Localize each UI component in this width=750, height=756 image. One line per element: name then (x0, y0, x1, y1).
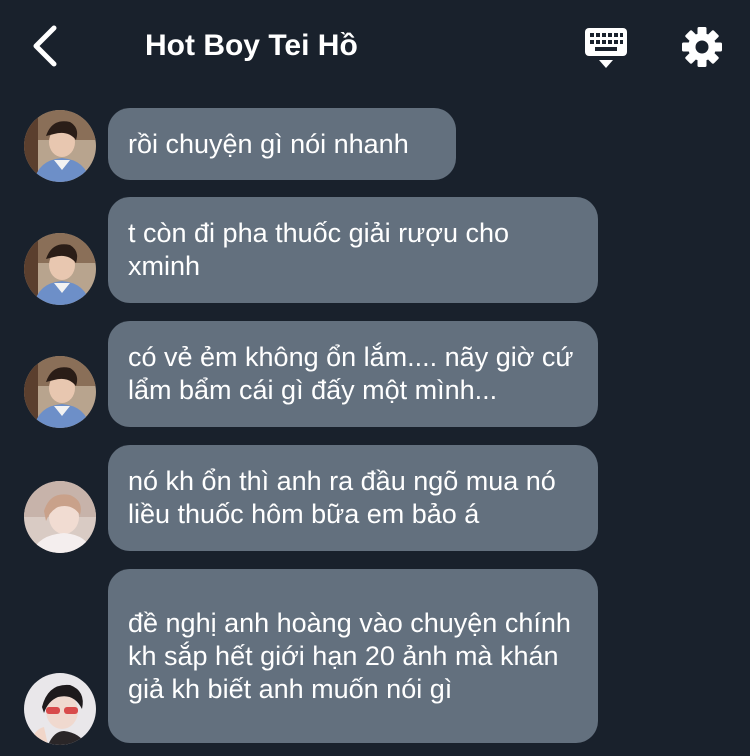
avatar-photo (24, 356, 96, 428)
avatar[interactable] (24, 356, 96, 428)
chat-screen: Hot Boy Tei Hồ rồi chuyện gì nói nhanh t… (0, 0, 750, 756)
message-bubble: nó kh ổn thì anh ra đầu ngõ mua nó liều … (108, 445, 598, 551)
message-bubble: t còn đi pha thuốc giải rượu cho xminh (108, 197, 598, 303)
gear-icon (682, 27, 722, 67)
avatar-photo (24, 233, 96, 305)
settings-button[interactable] (680, 25, 724, 69)
message-bubble: rồi chuyện gì nói nhanh (108, 108, 456, 180)
keyboard-button[interactable] (584, 26, 628, 70)
avatar-photo (24, 673, 96, 745)
message-text: rồi chuyện gì nói nhanh (128, 128, 409, 159)
message-text: có vẻ ẻm không ổn lắm.... nãy giờ cứ lẩm… (128, 342, 574, 405)
avatar[interactable] (24, 110, 96, 182)
avatar-photo (24, 110, 96, 182)
avatar-photo (24, 481, 96, 553)
keyboard-icon (585, 28, 627, 68)
message-text: t còn đi pha thuốc giải rượu cho xminh (128, 218, 510, 281)
chevron-left-icon (33, 25, 57, 67)
avatar[interactable] (24, 673, 96, 745)
back-button[interactable] (24, 20, 68, 72)
chat-header: Hot Boy Tei Hồ (0, 0, 750, 90)
message-bubble: đề nghị anh hoàng vào chuyện chính kh sắ… (108, 569, 598, 743)
avatar[interactable] (24, 233, 96, 305)
avatar[interactable] (24, 481, 96, 553)
message-bubble: có vẻ ẻm không ổn lắm.... nãy giờ cứ lẩm… (108, 321, 598, 427)
message-text: đề nghị anh hoàng vào chuyện chính kh sắ… (128, 607, 571, 704)
chat-title: Hot Boy Tei Hồ (145, 29, 358, 62)
message-text: nó kh ổn thì anh ra đầu ngõ mua nó liều … (128, 466, 556, 529)
